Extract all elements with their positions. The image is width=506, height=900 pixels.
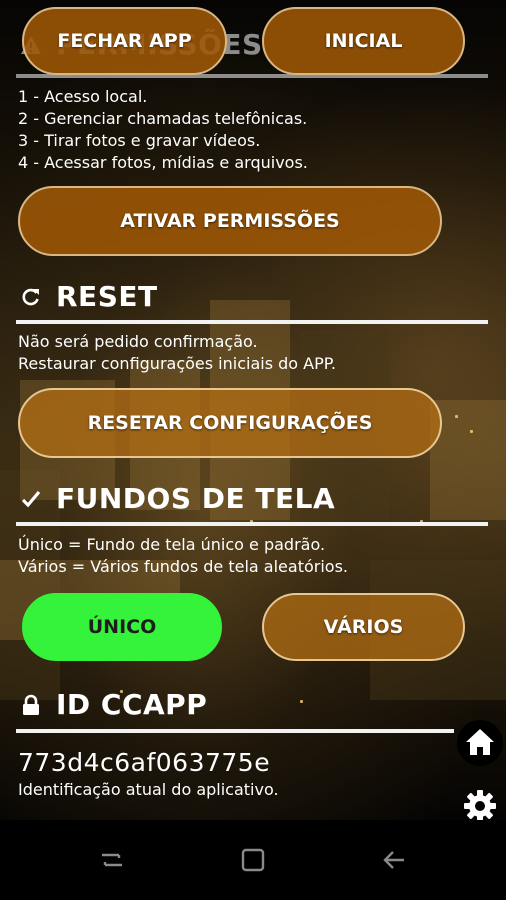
permission-item: 3 - Tirar fotos e gravar vídeos. <box>18 131 261 150</box>
wallpapers-title: FUNDOS DE TELA <box>56 482 336 515</box>
reset-header: RESET <box>18 280 158 313</box>
app-id-header: ID CCAPP <box>18 688 207 721</box>
app-id-value: 773d4c6af063775e <box>18 748 271 777</box>
back-icon[interactable] <box>376 842 412 878</box>
recent-apps-icon[interactable] <box>94 842 130 878</box>
reset-settings-button[interactable]: RESETAR CONFIGURAÇÕES <box>18 388 442 458</box>
wallpaper-unique-description: Único = Fundo de tela único e padrão. <box>18 535 326 554</box>
lock-icon <box>18 694 44 716</box>
permission-item: 4 - Acessar fotos, mídias e arquivos. <box>18 153 308 172</box>
wallpaper-multiple-description: Vários = Vários fundos de tela aleatório… <box>18 557 348 576</box>
reset-note: Não será pedido confirmação. <box>18 332 258 351</box>
nav-home-icon[interactable] <box>235 842 271 878</box>
home-icon[interactable] <box>455 718 505 768</box>
settings-screen: PERMISSÕES FECHAR APP INICIAL 1 - Acesso… <box>0 0 506 822</box>
activate-permissions-button[interactable]: ATIVAR PERMISSÕES <box>18 186 442 256</box>
close-app-button[interactable]: FECHAR APP <box>22 7 227 75</box>
app-id-caption: Identificação atual do aplicativo. <box>18 780 279 799</box>
system-navigation-bar <box>0 820 506 900</box>
app-id-divider <box>16 729 454 733</box>
permission-item: 2 - Gerenciar chamadas telefônicas. <box>18 109 308 128</box>
unique-wallpaper-button[interactable]: ÚNICO <box>22 593 222 661</box>
app-id-title: ID CCAPP <box>56 688 208 721</box>
wallpapers-header: FUNDOS DE TELA <box>18 482 335 515</box>
reset-description: Restaurar configurações iniciais do APP. <box>18 354 336 373</box>
check-icon <box>18 489 44 509</box>
reset-divider <box>16 320 488 324</box>
wallpapers-divider <box>16 522 488 526</box>
refresh-icon <box>18 287 44 307</box>
multiple-wallpapers-button[interactable]: VÁRIOS <box>262 593 465 661</box>
reset-title: RESET <box>56 280 158 313</box>
permission-item: 1 - Acesso local. <box>18 87 148 106</box>
home-button[interactable]: INICIAL <box>262 7 465 75</box>
